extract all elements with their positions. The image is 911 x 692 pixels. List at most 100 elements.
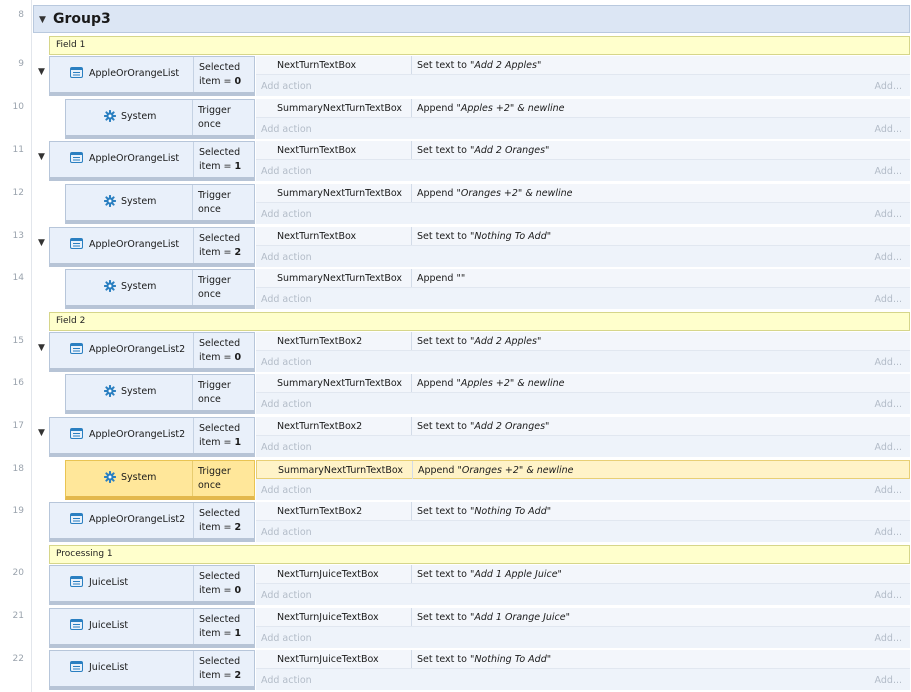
condition-block[interactable]: AppleOrOrangeList2 Selected item = 2 [49, 502, 255, 542]
event-row[interactable]: JuiceList Selected item = 1 NextTurnJuiceTe… [49, 608, 911, 648]
event-row[interactable]: AppleOrOrangeList2 Selected item = 2 NextTu… [49, 502, 911, 542]
condition-text[interactable]: Selected item = 2 [199, 507, 241, 535]
condition-text[interactable]: Trigger once [198, 465, 231, 493]
add-action-link[interactable]: Add action [261, 675, 312, 686]
condition-block[interactable]: AppleOrOrangeList Selected item = 1 [49, 141, 255, 181]
add-more-link[interactable]: Add... [875, 485, 902, 496]
action-row[interactable]: SummaryNextTurnTextBox Append "" [256, 269, 910, 288]
condition-object[interactable]: AppleOrOrangeList [50, 57, 194, 92]
condition-block[interactable]: System Trigger once [65, 184, 255, 224]
event-row[interactable]: AppleOrOrangeList Selected item = 1 NextTur… [49, 141, 911, 181]
condition-object[interactable]: JuiceList [50, 651, 194, 686]
add-more-link[interactable]: Add... [875, 633, 902, 644]
condition-object[interactable]: JuiceList [50, 566, 194, 601]
add-action-link[interactable]: Add action [261, 124, 312, 135]
condition-block[interactable]: JuiceList Selected item = 1 [49, 608, 255, 648]
add-more-link[interactable]: Add... [875, 166, 902, 177]
group-header[interactable]: ▼ Group3 [33, 5, 910, 33]
action-row[interactable]: NextTurnTextBox Set text to "Add 2 Orange… [256, 141, 910, 160]
condition-object[interactable]: System [66, 461, 193, 496]
condition-object[interactable]: JuiceList [50, 609, 194, 644]
event-row[interactable]: AppleOrOrangeList2 Selected item = 1 NextTu… [49, 417, 911, 457]
condition-object[interactable]: System [66, 375, 193, 410]
add-action-link[interactable]: Add action [261, 357, 312, 368]
add-more-link[interactable]: Add... [875, 357, 902, 368]
event-row[interactable]: JuiceList Selected item = 2 NextTurnJuiceTe… [49, 650, 911, 690]
add-more-link[interactable]: Add... [875, 675, 902, 686]
event-row[interactable]: System Trigger once SummaryNextTurnTextBox A… [49, 460, 911, 500]
add-more-link[interactable]: Add... [875, 399, 902, 410]
triangle-down-icon[interactable]: ▼ [38, 152, 45, 162]
condition-object[interactable]: System [66, 100, 193, 135]
condition-text[interactable]: Selected item = 2 [199, 232, 241, 260]
add-action-link[interactable]: Add action [261, 590, 312, 601]
event-row[interactable]: System Trigger once SummaryNextTurnTextBox A… [49, 99, 911, 139]
condition-block[interactable]: System Trigger once [65, 374, 255, 414]
action-row[interactable]: NextTurnJuiceTextBox Set text to "Add 1 A… [256, 565, 910, 584]
event-row[interactable]: System Trigger once SummaryNextTurnTextBox A… [49, 184, 911, 224]
action-row[interactable]: NextTurnTextBox2 Set text to "Nothing To … [256, 502, 910, 521]
comment-row[interactable]: Processing 1 [49, 545, 910, 564]
condition-object[interactable]: System [66, 270, 193, 305]
event-row[interactable]: System Trigger once SummaryNextTurnTextBox A… [49, 269, 911, 309]
add-more-link[interactable]: Add... [875, 590, 902, 601]
triangle-down-icon[interactable]: ▼ [38, 238, 45, 248]
condition-text[interactable]: Selected item = 0 [199, 337, 241, 365]
action-row[interactable]: SummaryNextTurnTextBox Append "Apples +2"… [256, 374, 910, 393]
add-more-link[interactable]: Add... [875, 209, 902, 220]
condition-object[interactable]: AppleOrOrangeList2 [50, 418, 194, 453]
add-action-link[interactable]: Add action [261, 209, 312, 220]
condition-text[interactable]: Trigger once [198, 104, 231, 132]
add-action-link[interactable]: Add action [261, 633, 312, 644]
action-row[interactable]: NextTurnTextBox Set text to "Add 2 Apples… [256, 56, 910, 75]
add-action-link[interactable]: Add action [261, 166, 312, 177]
comment-row[interactable]: Field 1 [49, 36, 910, 55]
comment-row[interactable]: Field 2 [49, 312, 910, 331]
condition-text[interactable]: Trigger once [198, 379, 231, 407]
condition-text[interactable]: Trigger once [198, 189, 231, 217]
triangle-down-icon[interactable]: ▼ [38, 343, 45, 353]
condition-block[interactable]: AppleOrOrangeList Selected item = 0 [49, 56, 255, 96]
condition-text[interactable]: Selected item = 1 [199, 422, 241, 450]
add-action-link[interactable]: Add action [261, 252, 312, 263]
add-more-link[interactable]: Add... [875, 81, 902, 92]
condition-block[interactable]: System Trigger once [65, 269, 255, 309]
condition-block[interactable]: System Trigger once [65, 460, 255, 500]
action-row[interactable]: NextTurnTextBox2 Set text to "Add 2 Apple… [256, 332, 910, 351]
triangle-down-icon[interactable]: ▼ [39, 15, 46, 25]
action-row[interactable]: NextTurnJuiceTextBox Set text to "Add 1 O… [256, 608, 910, 627]
action-row[interactable]: NextTurnJuiceTextBox Set text to "Nothing… [256, 650, 910, 669]
triangle-down-icon[interactable]: ▼ [38, 67, 45, 77]
add-action-link[interactable]: Add action [261, 81, 312, 92]
condition-block[interactable]: JuiceList Selected item = 2 [49, 650, 255, 690]
condition-object[interactable]: AppleOrOrangeList [50, 142, 194, 177]
add-action-link[interactable]: Add action [261, 527, 312, 538]
add-action-link[interactable]: Add action [261, 485, 312, 496]
event-row[interactable]: System Trigger once SummaryNextTurnTextBox A… [49, 374, 911, 414]
triangle-down-icon[interactable]: ▼ [38, 428, 45, 438]
add-action-link[interactable]: Add action [261, 294, 312, 305]
condition-text[interactable]: Trigger once [198, 274, 231, 302]
event-row[interactable]: AppleOrOrangeList Selected item = 0 NextTur… [49, 56, 911, 96]
condition-text[interactable]: Selected item = 1 [199, 613, 241, 641]
add-action-link[interactable]: Add action [261, 442, 312, 453]
condition-object[interactable]: AppleOrOrangeList2 [50, 503, 194, 538]
condition-text[interactable]: Selected item = 1 [199, 146, 241, 174]
condition-object[interactable]: AppleOrOrangeList2 [50, 333, 194, 368]
condition-text[interactable]: Selected item = 2 [199, 655, 241, 683]
event-row[interactable]: JuiceList Selected item = 0 NextTurnJuiceTe… [49, 565, 911, 605]
condition-block[interactable]: AppleOrOrangeList2 Selected item = 0 [49, 332, 255, 372]
add-more-link[interactable]: Add... [875, 442, 902, 453]
condition-block[interactable]: System Trigger once [65, 99, 255, 139]
condition-block[interactable]: AppleOrOrangeList Selected item = 2 [49, 227, 255, 267]
add-more-link[interactable]: Add... [875, 124, 902, 135]
event-row[interactable]: AppleOrOrangeList2 Selected item = 0 NextTu… [49, 332, 911, 372]
action-row[interactable]: SummaryNextTurnTextBox Append "Oranges +2… [256, 184, 910, 203]
add-more-link[interactable]: Add... [875, 252, 902, 263]
add-more-link[interactable]: Add... [875, 294, 902, 305]
condition-text[interactable]: Selected item = 0 [199, 570, 241, 598]
event-row[interactable]: AppleOrOrangeList Selected item = 2 NextTur… [49, 227, 911, 267]
condition-object[interactable]: AppleOrOrangeList [50, 228, 194, 263]
condition-block[interactable]: JuiceList Selected item = 0 [49, 565, 255, 605]
condition-text[interactable]: Selected item = 0 [199, 61, 241, 89]
